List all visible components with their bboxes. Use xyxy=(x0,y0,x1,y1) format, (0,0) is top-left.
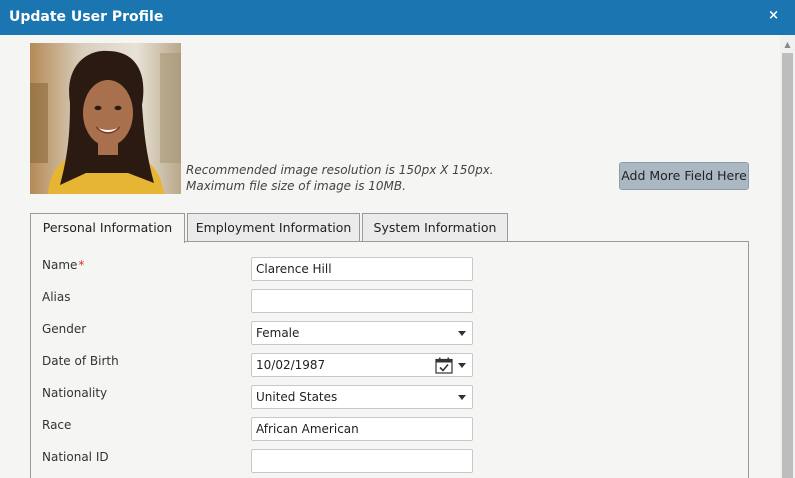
chevron-down-icon[interactable] xyxy=(458,363,466,368)
tab-label: System Information xyxy=(373,220,497,235)
gender-select[interactable]: Female xyxy=(251,321,473,345)
dob-label: Date of Birth xyxy=(42,354,119,368)
required-marker: * xyxy=(78,258,85,272)
name-input[interactable]: Clarence Hill xyxy=(251,257,473,281)
tab-personal-information[interactable]: Personal Information xyxy=(30,213,185,243)
dob-value: 10/02/1987 xyxy=(256,358,326,372)
photo-requirements-note: Recommended image resolution is 150px X … xyxy=(186,162,494,194)
tab-label: Employment Information xyxy=(195,220,352,235)
profile-photo-image xyxy=(30,43,181,194)
race-value: African American xyxy=(256,422,359,436)
dialog-title: Update User Profile xyxy=(9,9,164,25)
race-input[interactable]: African American xyxy=(251,417,473,441)
name-label-text: Name xyxy=(42,258,78,272)
chevron-down-icon xyxy=(458,395,466,400)
nationality-value: United States xyxy=(256,390,338,404)
name-label: Name* xyxy=(42,258,84,272)
tab-label: Personal Information xyxy=(42,220,173,235)
vertical-scrollbar[interactable]: ▲ xyxy=(780,35,795,478)
alias-label: Alias xyxy=(42,290,71,304)
tab-employment-information[interactable]: Employment Information xyxy=(187,213,360,242)
profile-photo[interactable] xyxy=(30,43,181,194)
race-label: Race xyxy=(42,418,72,432)
close-icon[interactable]: × xyxy=(768,8,779,23)
dob-datepicker[interactable]: 10/02/1987 xyxy=(251,353,473,377)
gender-value: Female xyxy=(256,326,300,340)
scrollbar-thumb[interactable] xyxy=(782,53,793,478)
nationality-select[interactable]: United States xyxy=(251,385,473,409)
calendar-icon[interactable] xyxy=(435,357,453,374)
nationality-label: Nationality xyxy=(42,386,108,400)
photo-note-size: Maximum file size of image is 10MB. xyxy=(186,179,406,193)
national-id-label: National ID xyxy=(42,450,109,464)
chevron-down-icon xyxy=(458,331,466,336)
gender-label: Gender xyxy=(42,322,87,336)
alias-input[interactable] xyxy=(251,289,473,313)
scroll-up-arrow-icon[interactable]: ▲ xyxy=(780,39,795,51)
tab-system-information[interactable]: System Information xyxy=(362,213,508,242)
photo-note-resolution: Recommended image resolution is 150px X … xyxy=(186,163,494,177)
national-id-input[interactable] xyxy=(251,449,473,473)
name-value: Clarence Hill xyxy=(256,262,332,276)
add-more-field-button[interactable]: Add More Field Here xyxy=(619,162,749,190)
dialog-titlebar: Update User Profile × xyxy=(0,0,795,35)
